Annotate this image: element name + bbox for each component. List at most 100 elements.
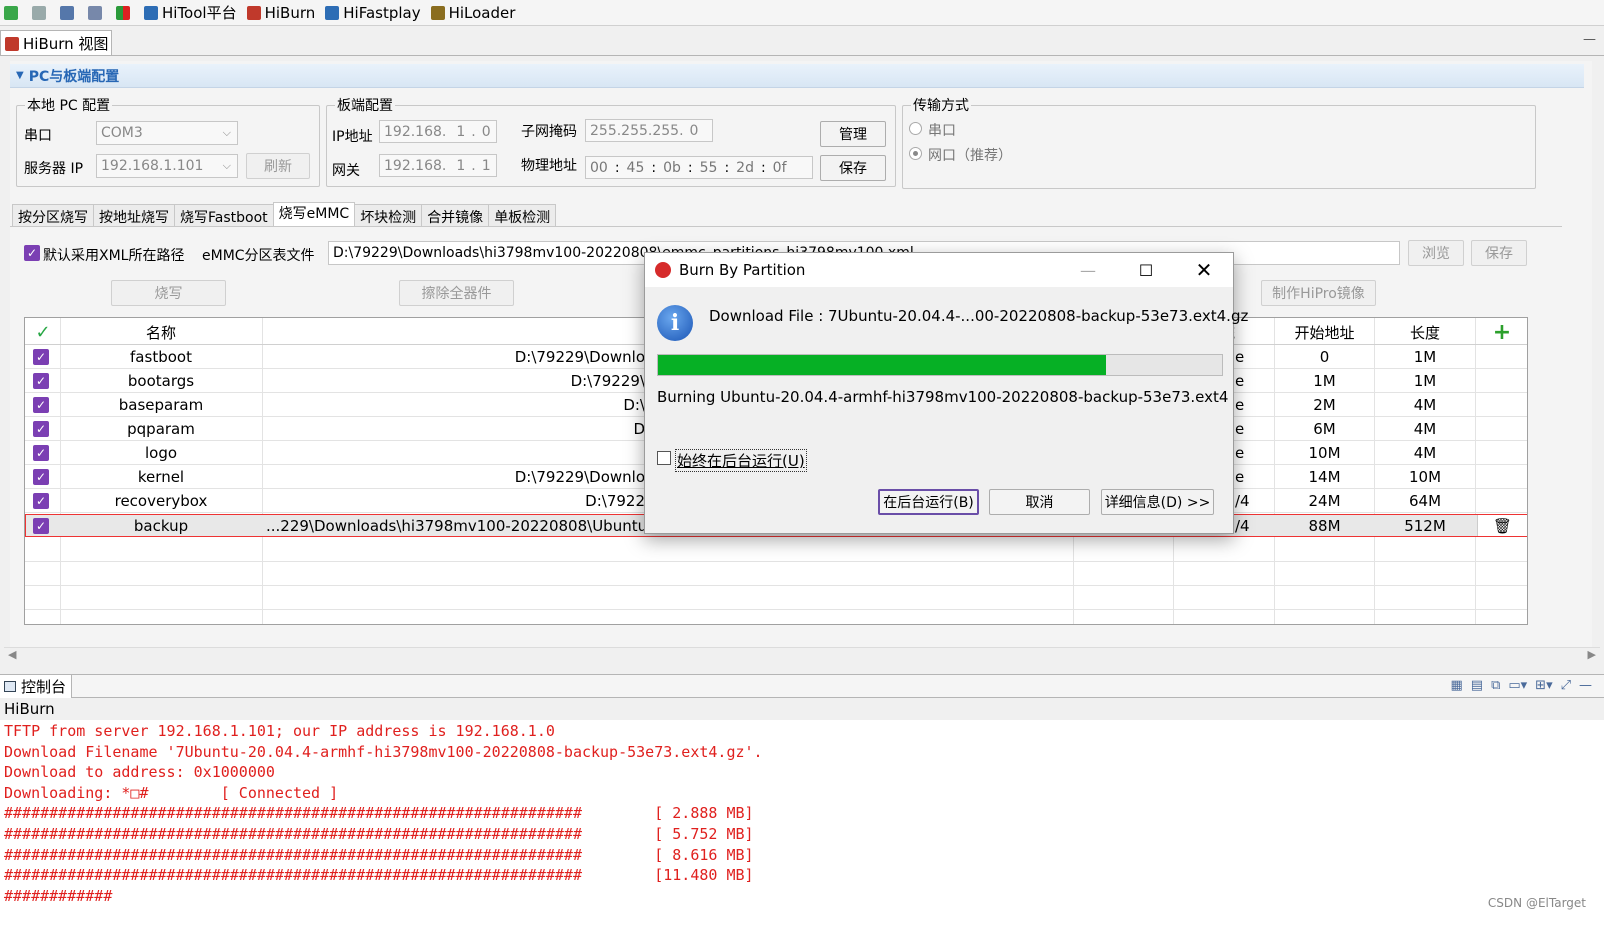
toolbar-hitool[interactable]: HiTool平台 [144, 2, 237, 23]
tool-icon-2[interactable] [32, 5, 50, 20]
row-checkbox[interactable]: ✓ [33, 469, 49, 485]
maximize-icon[interactable]: ⤢ [1561, 678, 1571, 693]
row-checkbox[interactable]: ✓ [33, 397, 49, 413]
console-output[interactable]: TFTP from server 192.168.1.101; our IP a… [0, 720, 1604, 942]
dialog-title: Burn By Partition [679, 261, 806, 279]
ip-field[interactable]: 192.168. 1 . 0 [379, 120, 497, 143]
use-xml-path-checkbox[interactable]: ✓ [24, 245, 40, 261]
scroll-lock-icon[interactable]: ▤ [1471, 678, 1483, 693]
toolbar-hiloader[interactable]: HiLoader [430, 4, 515, 22]
toolbar-item-label: HiFastplay [343, 3, 421, 22]
dialog-maximize-icon[interactable]: ☐ [1123, 253, 1169, 287]
tool-icon-5[interactable] [116, 5, 134, 20]
row-checkbox[interactable]: ✓ [33, 518, 49, 534]
tab-board-check[interactable]: 单板检测 [488, 204, 557, 226]
col-name-header[interactable]: 名称 [61, 319, 261, 345]
row-checkbox[interactable]: ✓ [33, 493, 49, 509]
settings-icon [60, 5, 74, 20]
erase-all-button[interactable]: 擦除全器件 [399, 280, 514, 306]
dialog-titlebar[interactable]: Burn By Partition — ☐ ✕ [645, 253, 1233, 287]
details-button[interactable]: 详细信息(D) >> [1101, 489, 1214, 515]
tab-fastboot-burn[interactable]: 烧写Fastboot [174, 204, 274, 226]
serial-radio[interactable] [909, 122, 922, 135]
col-length-header[interactable]: 长度 [1375, 319, 1475, 345]
tool-icon-4[interactable] [88, 5, 106, 20]
add-row-plus-icon[interactable]: + [1476, 319, 1527, 345]
console-line: ########################################… [4, 804, 754, 823]
scroll-left-icon[interactable]: ◀ [8, 648, 16, 661]
burn-progress-bar [657, 354, 1223, 376]
pin-console-icon[interactable]: ⧉ [1491, 678, 1500, 693]
view-minimize-icon[interactable]: — [1583, 32, 1596, 47]
refresh-button[interactable]: 刷新 [246, 153, 310, 179]
row-path[interactable]: ...229\Downloads\hi3798mv100-20220808\Ub… [266, 515, 646, 536]
toolbar-hifastplay[interactable]: HiFastplay [325, 3, 421, 22]
tab-partition-burn[interactable]: 按分区烧写 [12, 204, 94, 226]
clear-console-icon[interactable]: ▦ [1450, 678, 1462, 693]
tab-merge-image[interactable]: 合并镜像 [421, 204, 490, 226]
scroll-right-icon[interactable]: ▶ [1588, 648, 1596, 661]
open-console-icon[interactable]: ⊞▾ [1535, 678, 1552, 693]
server-ip-select[interactable]: 192.168.1.101 ⌵ [96, 154, 238, 178]
burn-button[interactable]: 烧写 [111, 280, 226, 306]
mask-octet-4: 0 [689, 122, 699, 139]
horizontal-scrollbar[interactable]: ◀ ▶ [4, 647, 1600, 663]
serial-radio-label: 串口 [928, 123, 956, 139]
minimize-icon[interactable]: — [1579, 678, 1592, 693]
partition-file-label: eMMC分区表文件 [202, 248, 315, 264]
app-logo-icon [655, 262, 671, 278]
always-background-label[interactable]: 始终在后台运行(U) [675, 449, 807, 472]
row-fs: e [1235, 444, 1245, 462]
home-icon [144, 5, 158, 20]
tab-emmc-burn[interactable]: 烧写eMMC [272, 202, 356, 226]
board-save-button[interactable]: 保存 [820, 155, 886, 181]
view-tab-hiburn[interactable]: HiBurn 视图 [0, 30, 112, 56]
emmc-save-button[interactable]: 保存 [1471, 240, 1527, 266]
row-path[interactable]: D:\79229\Downlo [263, 465, 645, 489]
server-ip-value: 192.168.1.101 [101, 158, 204, 174]
col-start-header[interactable]: 开始地址 [1275, 319, 1374, 345]
display-console-icon[interactable]: ▭▾ [1508, 678, 1527, 693]
mac-field[interactable]: 00: 45: 0b: 55: 2d: 0f [585, 156, 813, 179]
mask-field[interactable]: 255.255.255. 0 [585, 119, 713, 142]
tab-address-burn[interactable]: 按地址烧写 [93, 204, 175, 226]
disconnect-icon [32, 5, 46, 20]
dialog-close-icon[interactable]: ✕ [1181, 253, 1227, 287]
run-background-button[interactable]: 在后台运行(B) [878, 489, 979, 515]
tool-icon-3[interactable] [60, 5, 78, 20]
row-length: 4M [1413, 396, 1437, 414]
ip-label: IP地址 [332, 129, 373, 145]
mac-byte: 0b [663, 159, 681, 176]
delete-row-trash-icon[interactable]: 🗑 [1477, 515, 1527, 536]
row-checkbox[interactable]: ✓ [33, 373, 49, 389]
row-path[interactable]: D:\79229\Downlo [263, 345, 645, 369]
console-tab[interactable]: 控制台 [0, 675, 72, 698]
row-checkbox[interactable]: ✓ [33, 349, 49, 365]
tab-badblock[interactable]: 坏块检测 [354, 204, 423, 226]
row-path[interactable]: D:\79229\ [263, 369, 645, 393]
tool-icon-1[interactable] [4, 5, 22, 20]
row-length: 4M [1413, 444, 1437, 462]
row-length: 1M [1413, 372, 1437, 390]
dialog-minimize-icon[interactable]: — [1065, 253, 1111, 287]
burn-status-text: Burning Ubuntu-20.04.4-armhf-hi3798mv100… [657, 388, 1229, 406]
row-checkbox[interactable]: ✓ [33, 421, 49, 437]
row-path[interactable]: D [263, 417, 645, 441]
cancel-button[interactable]: 取消 [989, 489, 1090, 515]
row-checkbox[interactable]: ✓ [33, 445, 49, 461]
row-path[interactable]: D:\ [263, 393, 645, 417]
gateway-field[interactable]: 192.168. 1 . 1 [379, 154, 497, 177]
manage-button[interactable]: 管理 [820, 121, 886, 147]
row-path[interactable] [263, 441, 645, 465]
row-path[interactable]: D:\7922 [263, 489, 645, 513]
row-start: 0 [1319, 348, 1330, 366]
make-hipro-image-button[interactable]: 制作HiPro镜像 [1261, 280, 1376, 306]
browse-button[interactable]: 浏览 [1408, 240, 1464, 266]
progress-fill [658, 355, 1107, 375]
network-radio[interactable] [909, 147, 922, 160]
always-background-checkbox[interactable] [657, 451, 671, 465]
toolbar-hiburn[interactable]: HiBurn [246, 4, 315, 22]
select-all-check-icon[interactable]: ✓ [29, 319, 57, 345]
port-select[interactable]: COM3 ⌵ [96, 121, 238, 145]
section-header[interactable]: ▼ PC与板端配置 [10, 64, 1584, 88]
